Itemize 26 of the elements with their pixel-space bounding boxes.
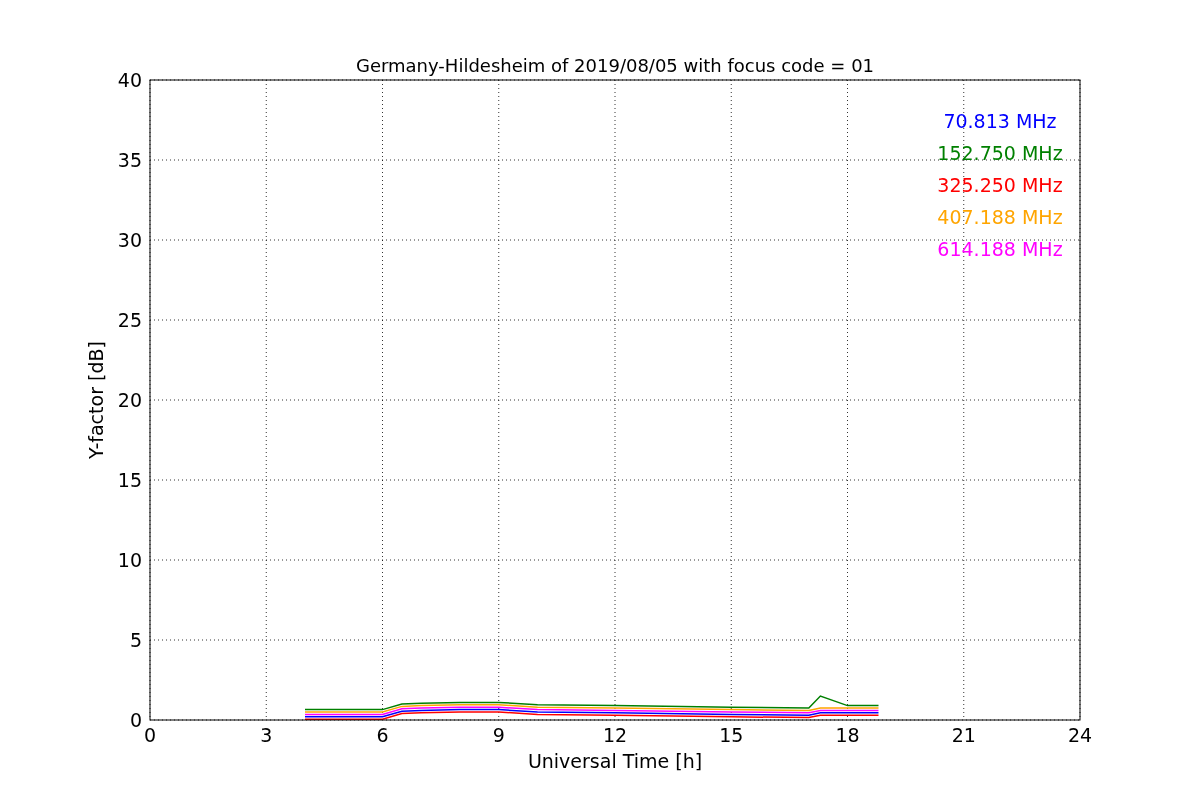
x-tick-label: 6: [376, 724, 389, 746]
x-tick-label: 24: [1067, 724, 1093, 746]
x-tick-label: 3: [260, 724, 273, 746]
chart-title: Germany-Hildesheim of 2019/08/05 with focus code = 01: [355, 55, 875, 76]
x-tick-label: 9: [492, 724, 505, 746]
y-tick-label: 35: [117, 149, 142, 171]
y-tick-label: 25: [117, 309, 142, 331]
legend-label: 614.188 MHz: [937, 238, 1063, 260]
x-tick-label: 15: [719, 724, 744, 746]
x-tick-label: 18: [835, 724, 860, 746]
y-axis-label: Y-factor [dB]: [85, 341, 107, 459]
legend-label: 70.813 MHz: [943, 110, 1057, 132]
x-axis-label: Universal Time [h]: [527, 750, 703, 772]
y-tick-label: 30: [117, 229, 142, 251]
y-tick-label: 10: [117, 549, 142, 571]
x-tick-label: 12: [602, 724, 628, 746]
x-tick-label: 21: [951, 724, 976, 746]
y-tick-label: 40: [117, 69, 142, 91]
x-tick-label: 0: [143, 724, 157, 746]
legend-label: 152.750 MHz: [937, 142, 1063, 164]
y-tick-label: 5: [129, 629, 142, 651]
legend-label: 407.188 MHz: [937, 206, 1063, 228]
y-tick-label: 0: [129, 709, 142, 731]
y-tick-label: 15: [117, 469, 142, 491]
y-tick-label: 20: [117, 389, 142, 411]
legend-label: 325.250 MHz: [937, 174, 1063, 196]
